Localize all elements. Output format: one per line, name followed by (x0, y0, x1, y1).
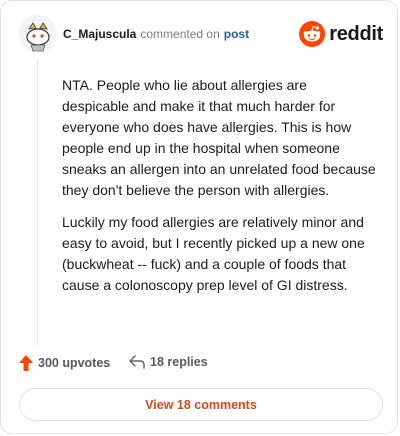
reply-count: 18 replies (150, 355, 208, 369)
reply-arrow-icon (129, 355, 145, 369)
reddit-logo[interactable]: reddit (299, 20, 383, 48)
replies-button[interactable]: 18 replies (129, 355, 208, 369)
upvote-count: 300 upvotes (38, 356, 111, 370)
post-link[interactable]: post (224, 27, 249, 41)
username[interactable]: C_Majuscula (63, 27, 136, 41)
view-comments-button[interactable]: View 18 comments (19, 388, 383, 421)
brand-name: reddit (329, 22, 383, 45)
comment-paragraph: Luckily my food allergies are relatively… (62, 214, 365, 293)
comment-header: C_Majuscula commented on post reddit (19, 15, 383, 53)
commented-on-text: commented on (140, 27, 220, 41)
reddit-snoo-icon (299, 21, 326, 47)
comment-paragraph: NTA. People who lie about allergies are … (62, 77, 376, 198)
avatar[interactable] (19, 15, 57, 53)
upvote-button[interactable]: 300 upvotes (19, 355, 110, 371)
upvote-arrow-icon (19, 355, 33, 371)
thread-line (37, 59, 38, 345)
avatar-icon (19, 15, 57, 53)
comment-card: C_Majuscula commented on post reddit NTA. … (0, 0, 398, 434)
author-line: C_Majuscula commented on post (63, 27, 249, 41)
comment-body: NTA. People who lie about allergies are … (62, 75, 377, 307)
comment-actions: 300 upvotes 18 replies (19, 355, 379, 375)
